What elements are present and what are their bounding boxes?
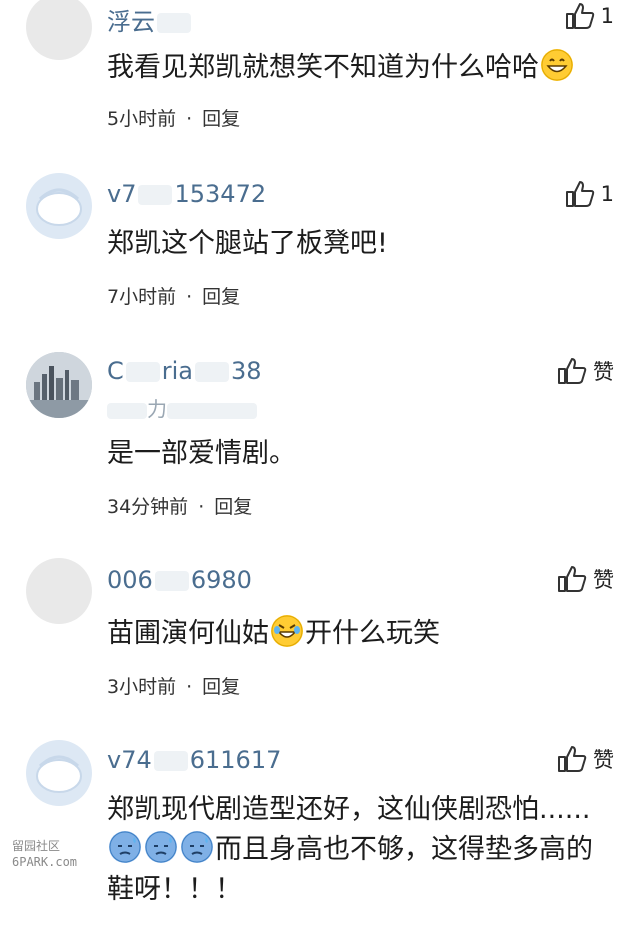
redaction-blur	[195, 362, 230, 382]
username-text: v7	[107, 180, 137, 208]
comment-text-content: 郑凯这个腿站了板凳吧!	[107, 228, 388, 259]
comment-text-line: 鞋呀！！！	[107, 874, 242, 905]
comment-text: 是一部爱情剧。	[107, 434, 617, 474]
redaction-blur	[153, 751, 188, 771]
comment-time: 3小时前	[107, 676, 177, 698]
comment-username[interactable]: 浮云	[107, 2, 193, 37]
username-text: 153472	[174, 180, 267, 208]
redaction-blur	[157, 13, 191, 33]
username-text: C	[107, 357, 124, 385]
watermark-line: 6PARK.com	[12, 855, 78, 869]
thumbs-up-icon	[558, 746, 587, 772]
like-label: 赞	[593, 360, 614, 384]
username-text: 6980	[190, 566, 252, 594]
redaction-blur	[154, 571, 189, 591]
reply-button[interactable]: 回复	[202, 108, 240, 130]
username-text: 38	[231, 357, 262, 385]
comment-text-line: 郑凯现代剧造型还好，这仙侠剧恐怕......	[107, 794, 591, 825]
separator-dot: ·	[198, 496, 205, 518]
comment-meta: 5小时前 · 回复	[107, 104, 240, 131]
avatar[interactable]	[26, 173, 92, 239]
separator-dot: ·	[186, 108, 193, 130]
like-button[interactable]: 1	[565, 2, 614, 30]
thumbs-up-icon	[565, 181, 594, 207]
reply-button[interactable]: 回复	[202, 286, 240, 308]
thumbs-up-icon	[565, 3, 594, 29]
comment-text-content: 而且身高也不够，这得垫多高的	[215, 834, 593, 865]
avatar[interactable]	[26, 558, 92, 624]
downcast-sweat-face-icon	[109, 831, 141, 863]
comment-username[interactable]: 006 6980	[107, 566, 252, 594]
subtitle-text: 力	[147, 397, 167, 421]
comment-time: 7小时前	[107, 286, 177, 308]
thumbs-up-icon	[558, 566, 587, 592]
watermark-line: 留园社区	[12, 839, 61, 853]
username-text: ria	[161, 357, 194, 385]
redaction-blur	[138, 185, 173, 205]
like-count: 1	[600, 182, 614, 206]
redaction-blur	[107, 402, 147, 419]
comment-meta: 3小时前 · 回复	[107, 672, 240, 699]
comment-text-content: 开什么玩笑	[305, 618, 440, 649]
comment-text: 郑凯这个腿站了板凳吧!	[107, 224, 617, 264]
redaction-blur	[167, 402, 257, 419]
username-text: v74	[107, 746, 152, 774]
username-text: 浮云	[107, 8, 155, 36]
comment-text-content: 是一部爱情剧。	[107, 438, 296, 469]
comment-text-content: 苗圃演何仙姑	[107, 618, 269, 649]
like-count: 1	[600, 4, 614, 28]
comment-time: 34分钟前	[107, 496, 189, 518]
like-button[interactable]: 赞	[557, 356, 614, 386]
thumbs-up-icon	[558, 358, 587, 384]
separator-dot: ·	[186, 676, 193, 698]
comment-text: 苗圃演何仙姑 开什么玩笑	[107, 614, 617, 654]
like-button[interactable]: 赞	[557, 744, 614, 774]
rolling-laughing-face-icon	[271, 615, 303, 647]
comment-meta: 7小时前 · 回复	[107, 282, 240, 309]
reply-button[interactable]: 回复	[202, 676, 240, 698]
comment-text-line: 而且身高也不够，这得垫多高的	[107, 830, 617, 870]
comment-text-content: 我看见郑凯就想笑不知道为什么哈哈	[107, 52, 539, 83]
downcast-sweat-face-icon	[181, 831, 213, 863]
comment-time: 5小时前	[107, 108, 177, 130]
avatar[interactable]	[26, 0, 92, 60]
downcast-sweat-face-icon	[145, 831, 177, 863]
comment-username[interactable]: v74 611617	[107, 746, 281, 774]
grinning-face-icon	[541, 49, 573, 81]
like-label: 赞	[593, 568, 614, 592]
comment-username[interactable]: v7 153472	[107, 180, 266, 208]
redaction-blur	[125, 362, 160, 382]
username-text: 611617	[189, 746, 282, 774]
comment-meta: 34分钟前 · 回复	[107, 492, 252, 519]
comment-text: 我看见郑凯就想笑不知道为什么哈哈	[107, 48, 617, 88]
avatar[interactable]	[26, 740, 92, 806]
like-button[interactable]: 赞	[557, 564, 614, 594]
avatar[interactable]	[26, 352, 92, 418]
username-text: 006	[107, 566, 153, 594]
like-button[interactable]: 1	[565, 180, 614, 208]
reply-button[interactable]: 回复	[214, 496, 252, 518]
user-subtitle: 力	[107, 393, 257, 422]
comment-username[interactable]: Cria 38	[107, 357, 262, 385]
separator-dot: ·	[186, 286, 193, 308]
comment-text: 郑凯现代剧造型还好，这仙侠剧恐怕...... 而且身高也不够，这得垫多高的 鞋呀…	[107, 790, 617, 910]
site-watermark: 留园社区 6PARK.com	[12, 838, 77, 870]
like-label: 赞	[593, 748, 614, 772]
